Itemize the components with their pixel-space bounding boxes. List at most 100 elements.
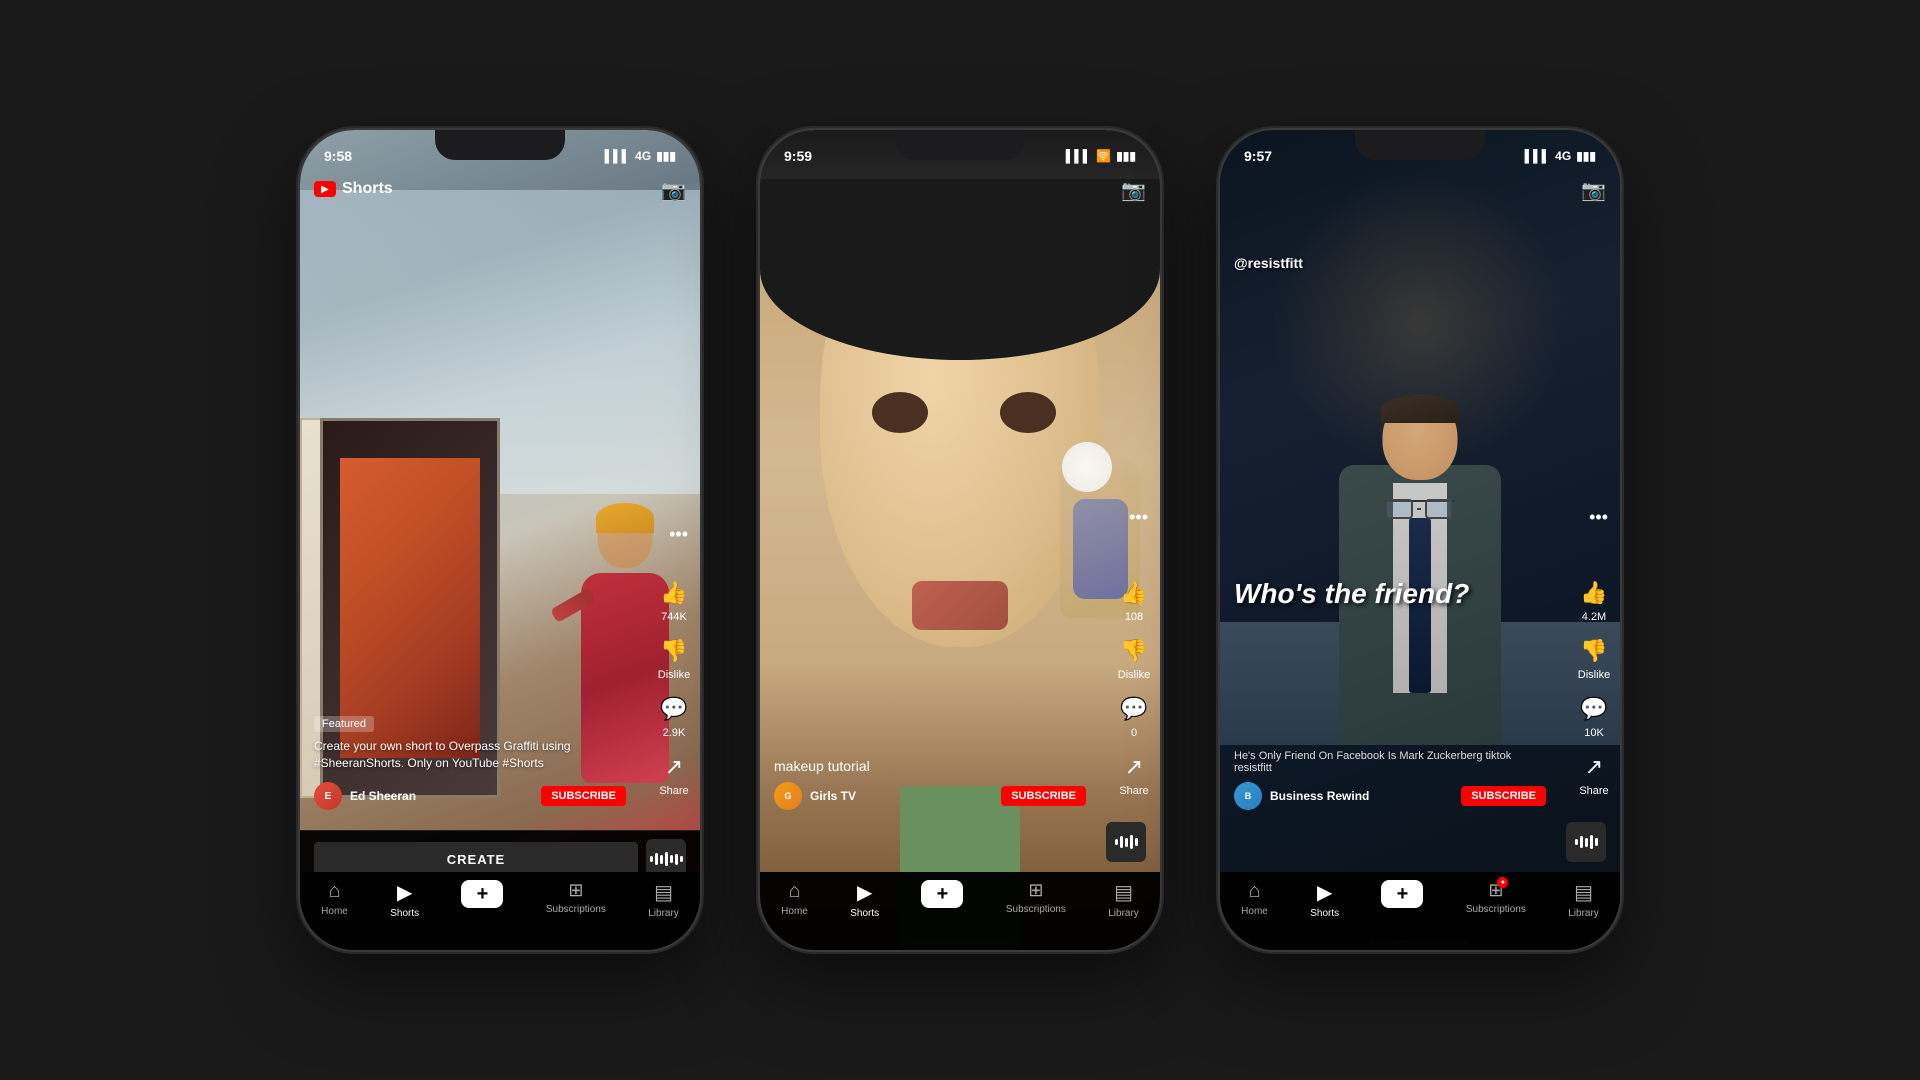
phone-2: 9:59 ▌▌▌ 🛜 ▮▮▮ 📷 ••• 👍 108 👎 Dislike 💬 — [760, 130, 1160, 950]
side-actions-2: 👍 108 👎 Dislike 💬 0 ↗ Share — [1116, 575, 1152, 805]
subscriptions-icon-1: ⊞ — [568, 880, 583, 901]
soundwave-icon-1 — [650, 851, 683, 867]
nav-subscriptions-1[interactable]: ⊞ Subscriptions — [546, 880, 606, 915]
soundwave-icon-3 — [1575, 834, 1598, 850]
like-btn-2[interactable]: 👍 108 — [1116, 575, 1152, 623]
shorts-icon-3: ▶ — [1317, 880, 1332, 905]
more-options-3[interactable]: ••• — [1589, 507, 1608, 528]
battery-icon-3: ▮▮▮ — [1576, 149, 1596, 163]
wifi-icon-2: 🛜 — [1096, 149, 1111, 163]
share-btn-2[interactable]: ↗ Share — [1116, 749, 1152, 797]
battery-icon-1: ▮▮▮ — [656, 149, 676, 163]
nav-shorts-1[interactable]: ▶ Shorts — [390, 880, 419, 919]
share-icon-1: ↗ — [656, 749, 692, 785]
nav-home-3[interactable]: ⌂ Home — [1241, 880, 1268, 917]
network-type-3: 4G — [1555, 149, 1571, 163]
camera-btn-1[interactable]: 📷 — [661, 178, 686, 203]
share-btn-3[interactable]: ↗ Share — [1576, 749, 1612, 797]
home-icon-2: ⌂ — [788, 880, 800, 903]
desc-text-3: He's Only Friend On Facebook Is Mark Zuc… — [1234, 750, 1546, 774]
comment-count-1: 2.9K — [663, 727, 686, 739]
channel-row-3: B Business Rewind SUBSCRIBE — [1234, 782, 1546, 810]
nav-library-3[interactable]: ▤ Library — [1568, 880, 1599, 919]
video-overlay-2: makeup tutorial G Girls TV SUBSCRIBE — [760, 758, 1100, 820]
camera-btn-3[interactable]: 📷 — [1581, 178, 1606, 203]
status-icons-1: ▌▌▌ 4G ▮▮▮ — [605, 149, 676, 163]
nav-plus-3[interactable]: + — [1381, 880, 1423, 908]
comment-btn-1[interactable]: 💬 2.9K — [656, 691, 692, 739]
phone-1-video-bg — [300, 130, 700, 950]
nav-home-label-2: Home — [781, 906, 808, 917]
soundwave-area-2[interactable] — [1106, 822, 1146, 862]
comment-btn-2[interactable]: 💬 0 — [1116, 691, 1152, 739]
comment-btn-3[interactable]: 💬 10K — [1576, 691, 1612, 739]
nav-bar-2: ⌂ Home ▶ Shorts + ⊞ Subscriptions ▤ Libr… — [760, 872, 1160, 950]
share-btn-1[interactable]: ↗ Share — [656, 749, 692, 797]
status-icons-3: ▌▌▌ 4G ▮▮▮ — [1525, 149, 1596, 163]
phone-3-video-bg — [1220, 130, 1620, 950]
soundwave-btn-3[interactable] — [1566, 822, 1606, 862]
dislike-icon-1: 👎 — [656, 633, 692, 669]
camera-btn-2[interactable]: 📷 — [1121, 178, 1146, 203]
phone-3-screen: 9:57 ▌▌▌ 4G ▮▮▮ @resistfitt Who's the fr… — [1220, 130, 1620, 950]
subscribe-btn-2[interactable]: SUBSCRIBE — [1001, 786, 1086, 806]
like-count-2: 108 — [1125, 611, 1143, 623]
nav-subscriptions-2[interactable]: ⊞ Subscriptions — [1006, 880, 1066, 915]
nav-home-1[interactable]: ⌂ Home — [321, 880, 348, 917]
nav-home-2[interactable]: ⌂ Home — [781, 880, 808, 917]
shorts-icon-2: ▶ — [857, 880, 872, 905]
dislike-btn-3[interactable]: 👎 Dislike — [1576, 633, 1612, 681]
share-label-1: Share — [659, 785, 688, 797]
bottom-bar-1: CREATE ⌂ Home — [300, 830, 700, 950]
status-bar-1: 9:58 ▌▌▌ 4G ▮▮▮ — [300, 142, 700, 170]
nav-bar-3: ⌂ Home ▶ Shorts + ⊞ ● Subscriptions ▤ Li… — [1220, 872, 1620, 950]
nav-plus-2[interactable]: + — [921, 880, 963, 908]
handle-text-3: @resistfitt — [1234, 255, 1303, 271]
library-icon-3: ▤ — [1574, 880, 1593, 905]
like-btn-1[interactable]: 👍 744K — [656, 575, 692, 623]
dislike-label-1: Dislike — [658, 669, 690, 681]
channel-name-3: Business Rewind — [1270, 789, 1453, 803]
shorts-logo-1[interactable]: ▶ Shorts — [314, 180, 393, 198]
subscriptions-icon-3: ⊞ ● — [1488, 880, 1503, 901]
subscribe-btn-1[interactable]: SUBSCRIBE — [541, 786, 626, 806]
channel-avatar-2: G — [774, 782, 802, 810]
library-icon-2: ▤ — [1114, 880, 1133, 905]
nav-shorts-2[interactable]: ▶ Shorts — [850, 880, 879, 919]
dislike-btn-2[interactable]: 👎 Dislike — [1116, 633, 1152, 681]
add-icon-2[interactable]: + — [921, 880, 963, 908]
add-icon-1[interactable]: + — [461, 880, 503, 908]
soundwave-area-3[interactable] — [1566, 822, 1606, 862]
like-icon-1: 👍 — [656, 575, 692, 611]
nav-library-2[interactable]: ▤ Library — [1108, 880, 1139, 919]
add-icon-3[interactable]: + — [1381, 880, 1423, 908]
dislike-icon-2: 👎 — [1116, 633, 1152, 669]
time-2: 9:59 — [784, 148, 812, 164]
nav-plus-1[interactable]: + — [461, 880, 503, 908]
subscribe-btn-3[interactable]: SUBSCRIBE — [1461, 786, 1546, 806]
share-label-2: Share — [1119, 785, 1148, 797]
like-icon-2: 👍 — [1116, 575, 1152, 611]
comment-count-3: 10K — [1584, 727, 1604, 739]
dislike-label-2: Dislike — [1118, 669, 1150, 681]
video-overlay-1: Featured Create your own short to Overpa… — [300, 714, 640, 820]
share-icon-2: ↗ — [1116, 749, 1152, 785]
nav-subscriptions-3[interactable]: ⊞ ● Subscriptions — [1466, 880, 1526, 915]
nav-subs-label-2: Subscriptions — [1006, 904, 1066, 915]
network-type-1: 4G — [635, 149, 651, 163]
more-options-2[interactable]: ••• — [1129, 507, 1148, 528]
dislike-btn-1[interactable]: 👎 Dislike — [656, 633, 692, 681]
dislike-label-3: Dislike — [1578, 669, 1610, 681]
nav-library-1[interactable]: ▤ Library — [648, 880, 679, 919]
nav-shorts-label-3: Shorts — [1310, 908, 1339, 919]
more-options-1[interactable]: ••• — [669, 524, 688, 545]
channel-name-2: Girls TV — [810, 789, 993, 803]
nav-shorts-3[interactable]: ▶ Shorts — [1310, 880, 1339, 919]
nav-shorts-label-2: Shorts — [850, 908, 879, 919]
like-btn-3[interactable]: 👍 4.2M — [1576, 575, 1612, 623]
channel-name-1: Ed Sheeran — [350, 789, 533, 803]
share-label-3: Share — [1579, 785, 1608, 797]
channel-avatar-1: E — [314, 782, 342, 810]
soundwave-btn-2[interactable] — [1106, 822, 1146, 862]
time-1: 9:58 — [324, 148, 352, 164]
